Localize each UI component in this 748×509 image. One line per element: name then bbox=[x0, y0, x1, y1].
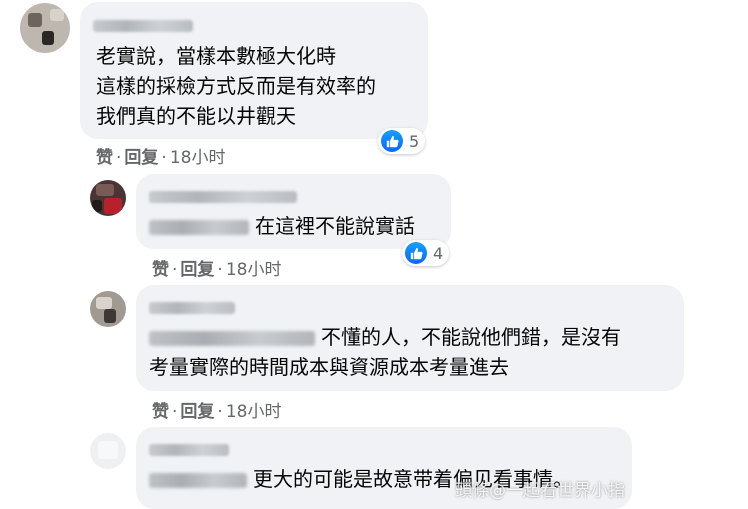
separator: · bbox=[217, 402, 223, 422]
avatar[interactable] bbox=[90, 291, 126, 327]
avatar[interactable] bbox=[90, 433, 126, 469]
like-icon bbox=[381, 130, 403, 152]
comment-line: 我們真的不能以井觀天 bbox=[96, 104, 296, 128]
comment-actions: 赞 · 回复 · 18小时 bbox=[152, 397, 281, 422]
comment-line: 不懂的人，不能說他們錯，是沒有 bbox=[149, 322, 621, 352]
separator: · bbox=[172, 402, 178, 422]
commenter-name[interactable] bbox=[93, 20, 193, 32]
timestamp[interactable]: 18小时 bbox=[226, 260, 282, 280]
reply-button[interactable]: 回复 bbox=[180, 402, 214, 422]
comment-actions: 赞 · 回复 · 18小时 bbox=[152, 255, 281, 280]
timestamp[interactable]: 18小时 bbox=[226, 402, 282, 422]
like-button[interactable]: 赞 bbox=[152, 402, 169, 422]
tagged-user[interactable] bbox=[149, 331, 315, 346]
comment-actions: 赞 · 回复 · 18小时 bbox=[96, 143, 225, 168]
reply-button[interactable]: 回复 bbox=[124, 148, 158, 168]
watermark: 頭條@一起看世界小指 bbox=[455, 481, 625, 501]
commenter-name[interactable] bbox=[149, 302, 235, 314]
commenter-name[interactable] bbox=[149, 191, 297, 203]
comment-bubble: 在這裡不能說實話 bbox=[136, 174, 451, 249]
separator: · bbox=[161, 148, 167, 168]
comment-text: 在這裡不能說實話 bbox=[149, 211, 415, 241]
like-button[interactable]: 赞 bbox=[96, 148, 113, 168]
reaction-number: 4 bbox=[433, 243, 444, 263]
reaction-count[interactable]: 4 bbox=[402, 240, 450, 266]
reaction-number: 5 bbox=[409, 131, 420, 151]
separator: · bbox=[116, 148, 122, 168]
commenter-name[interactable] bbox=[149, 444, 229, 456]
reply-button[interactable]: 回复 bbox=[180, 260, 214, 280]
comment-line: 這樣的採檢方式反而是有效率的 bbox=[96, 74, 376, 98]
avatar[interactable] bbox=[20, 3, 70, 53]
like-button[interactable]: 赞 bbox=[152, 260, 169, 280]
comment-bubble: 不懂的人，不能說他們錯，是沒有 考量實際的時間成本與資源成本考量進去 bbox=[136, 285, 684, 391]
comment-bubble: 老實說，當樣本數極大化時 這樣的採檢方式反而是有效率的 我們真的不能以井觀天 bbox=[80, 2, 428, 139]
reaction-count[interactable]: 5 bbox=[378, 128, 426, 154]
comment-line: 老實說，當樣本數極大化時 bbox=[96, 44, 336, 68]
comment-line: 考量實際的時間成本與資源成本考量進去 bbox=[149, 355, 509, 379]
tagged-user[interactable] bbox=[149, 473, 247, 488]
like-icon bbox=[405, 242, 427, 264]
tagged-user[interactable] bbox=[149, 220, 249, 235]
avatar[interactable] bbox=[90, 180, 126, 216]
separator: · bbox=[217, 260, 223, 280]
separator: · bbox=[172, 260, 178, 280]
timestamp[interactable]: 18小时 bbox=[170, 148, 226, 168]
